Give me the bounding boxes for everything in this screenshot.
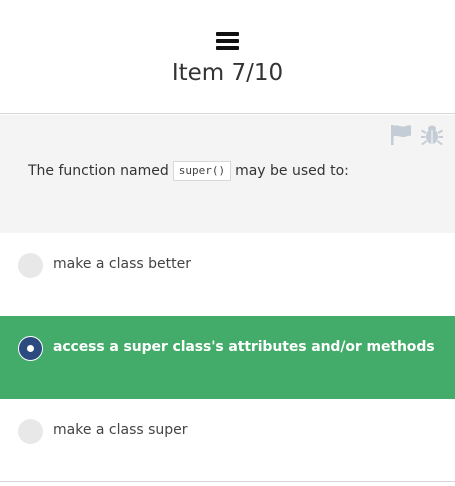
- header: Item 7/10: [0, 0, 455, 114]
- item-counter-title: Item 7/10: [171, 60, 284, 86]
- question-text: The function named super() may be used t…: [28, 161, 349, 181]
- answer-option-2-selected[interactable]: access a super class's attributes and/or…: [0, 316, 455, 399]
- answer-option-1[interactable]: make a class better: [0, 233, 455, 316]
- radio-button-3[interactable]: [18, 419, 43, 444]
- flag-icon[interactable]: [389, 124, 413, 146]
- bug-icon[interactable]: [420, 122, 444, 146]
- answer-option-2-label: access a super class's attributes and/or…: [53, 339, 435, 355]
- hamburger-menu-icon[interactable]: [216, 31, 239, 50]
- inline-code: super(): [172, 161, 232, 181]
- radio-button-2-checked[interactable]: [18, 336, 43, 361]
- answer-option-1-label: make a class better: [53, 256, 191, 272]
- question-text-after: may be used to:: [235, 163, 349, 179]
- radio-button-1[interactable]: [18, 253, 43, 278]
- answer-option-3[interactable]: make a class super: [0, 399, 455, 482]
- answer-option-3-label: make a class super: [53, 422, 188, 438]
- question-text-before: The function named: [28, 163, 169, 179]
